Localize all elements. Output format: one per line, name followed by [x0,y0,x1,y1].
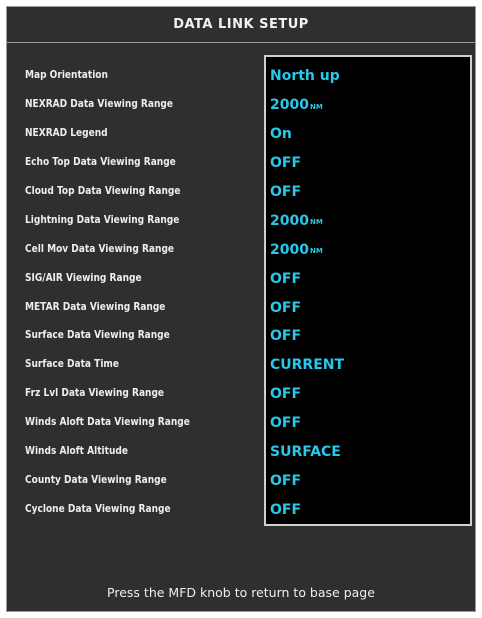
setting-value-field[interactable]: SURFACE [270,438,466,467]
setting-value-field[interactable]: OFF [270,178,466,207]
setting-value: OFF [270,415,302,432]
settings-value-panel: North up 2000 NM On OFF OFF 2000 NM 2000 NM OFF OFF… [264,55,472,526]
setting-value-field[interactable]: 2000 NM [270,206,466,235]
setting-label: County Data Viewing Range [25,473,167,486]
setting-value: OFF [270,386,302,403]
setting-label: Frz Lvl Data Viewing Range [25,387,165,400]
setting-value: SURFACE [270,444,341,461]
setting-unit: NM [309,102,323,111]
setting-value-field[interactable]: 2000 NM [270,235,466,264]
data-link-setup-window: DATA LINK SETUP Map Orientation NEXRAD Da… [6,6,476,612]
setting-value-field[interactable]: OFF [270,466,466,495]
setting-label: SIG/AIR Viewing Range [25,271,142,284]
setting-value-field[interactable]: On [270,120,466,149]
setting-unit: NM [309,218,323,227]
setting-value-field[interactable]: OFF [270,264,466,293]
setting-value: 2000 [270,212,309,229]
setting-label: Cell Mov Data Viewing Range [25,242,175,255]
setting-value-field[interactable]: OFF [270,293,466,322]
setting-value-field[interactable]: CURRENT [270,351,466,380]
setting-value-field[interactable]: OFF [270,380,466,409]
setting-label: Surface Data Viewing Range [25,329,170,342]
setting-label: Winds Aloft Altitude [25,445,128,458]
setting-value-field[interactable]: OFF [270,409,466,438]
setting-value-field[interactable]: 2000 NM [270,91,466,120]
setting-value: 2000 [270,97,309,114]
setting-label: Map Orientation [25,69,108,82]
setting-value: OFF [270,501,302,518]
setting-label: NEXRAD Data Viewing Range [25,98,174,111]
setting-value: OFF [270,472,302,489]
setting-label: Echo Top Data Viewing Range [25,156,176,169]
setting-value-field[interactable]: OFF [270,149,466,178]
setting-value: OFF [270,299,302,316]
setting-value: 2000 [270,241,309,258]
setting-label: Surface Data Time [25,358,119,371]
setting-value-field[interactable]: OFF [270,495,466,524]
title-bar: DATA LINK SETUP [7,7,475,43]
setting-value: On [270,126,292,143]
setting-value: North up [270,68,340,85]
setting-unit: NM [309,247,323,256]
setting-label: Lightning Data Viewing Range [25,213,180,226]
setting-label: METAR Data Viewing Range [25,300,166,313]
footer-instruction: Press the MFD knob to return to base pag… [107,585,375,600]
setting-value-field[interactable]: North up [270,62,466,91]
setting-label: NEXRAD Legend [25,127,108,140]
setting-label: Cloud Top Data Viewing Range [25,185,181,197]
setting-values: North up 2000 NM On OFF OFF 2000 NM 2000 NM OFF OFF… [270,62,466,524]
setting-labels: Map Orientation NEXRAD Data Viewing Range… [25,61,267,523]
setting-value-field[interactable]: OFF [270,322,466,351]
setting-value: OFF [270,184,302,200]
setting-label: Cyclone Data Viewing Range [25,502,171,515]
setting-value: OFF [270,270,302,287]
page-title: DATA LINK SETUP [173,17,309,32]
setting-value: OFF [270,155,302,172]
setting-label: Winds Aloft Data Viewing Range [25,416,190,429]
setting-value: CURRENT [270,357,345,374]
setting-value: OFF [270,328,302,345]
